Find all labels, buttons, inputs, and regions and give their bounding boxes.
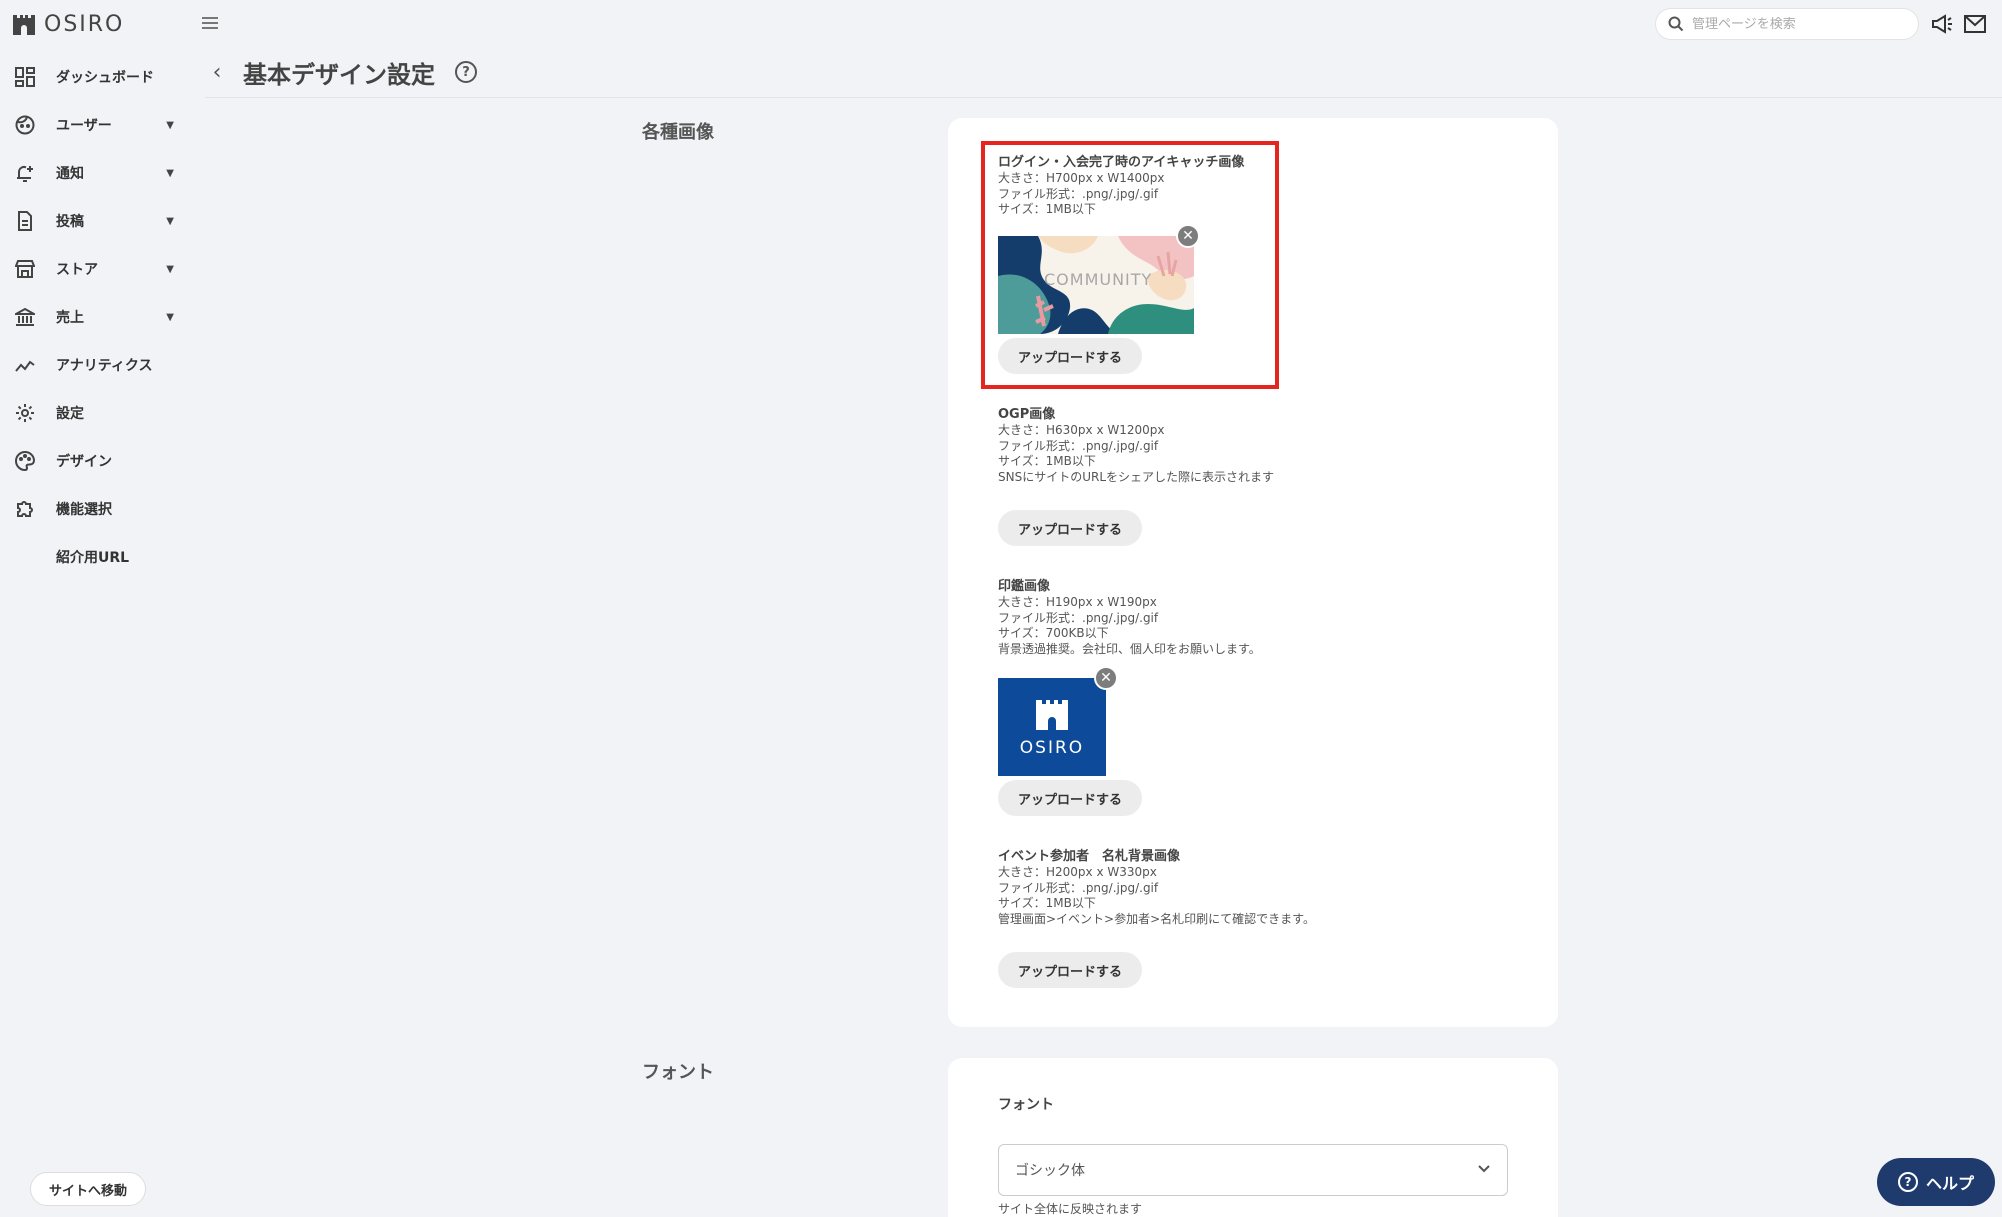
seal-image-thumbnail: OSIRO xyxy=(998,678,1106,776)
caret-down-icon: ▼ xyxy=(166,119,174,131)
sidebar-item-notifications[interactable]: 通知 ▼ xyxy=(14,158,174,188)
logo[interactable]: OSIRO xyxy=(12,11,125,37)
font-field-label: フォント xyxy=(998,1097,1054,1113)
font-hint: サイト全体に反映されます xyxy=(998,1202,1143,1216)
dashboard-icon xyxy=(14,66,36,88)
sidebar-item-store[interactable]: ストア ▼ xyxy=(14,254,174,284)
caret-down-icon: ▼ xyxy=(166,167,174,179)
help-button-label: ヘルプ xyxy=(1925,1174,1974,1193)
font-select[interactable]: ゴシック体 xyxy=(998,1144,1508,1196)
sidebar-item-dashboard[interactable]: ダッシュボード xyxy=(14,62,174,92)
image-title: 印鑑画像 xyxy=(998,579,1051,594)
sidebar-item-label: デザイン xyxy=(56,454,112,470)
chevron-down-icon xyxy=(1478,1165,1490,1173)
bell-plus-icon xyxy=(14,162,36,184)
help-button[interactable]: ? ヘルプ xyxy=(1877,1158,1995,1206)
remove-image-icon[interactable]: ✕ xyxy=(1094,666,1118,690)
seal-image-info: 印鑑画像 大きさ：H190px x W190px ファイル形式：.png/.jp… xyxy=(998,578,1261,657)
font-section-label: フォント xyxy=(642,1062,714,1083)
search-box[interactable] xyxy=(1655,8,1919,40)
sidebar-item-label: ユーザー xyxy=(56,118,112,134)
sidebar-item-sales[interactable]: 売上 ▼ xyxy=(14,302,174,332)
help-question-icon[interactable]: ? xyxy=(455,61,477,83)
castle-logo-icon xyxy=(13,15,35,35)
sidebar-item-users[interactable]: ユーザー ▼ xyxy=(14,110,174,140)
font-select-value: ゴシック体 xyxy=(1015,1163,1085,1179)
sidebar-item-design[interactable]: デザイン xyxy=(14,446,174,476)
puzzle-icon xyxy=(14,498,36,520)
search-input[interactable] xyxy=(1692,16,1892,32)
font-card: フォント ゴシック体 サイト全体に反映されます xyxy=(948,1058,1558,1217)
image-desc-line: ファイル形式：.png/.jpg/.gif xyxy=(998,880,1159,895)
sidebar: OSIRO ダッシュボード ユーザー ▼ 通知 ▼ 投稿 ▼ ストア ▼ 売上 … xyxy=(0,0,190,1217)
upload-seal-image-button[interactable]: アップロードする xyxy=(998,780,1142,816)
mail-icon[interactable] xyxy=(1962,12,1988,36)
help-question-icon: ? xyxy=(1897,1172,1918,1192)
sidebar-item-label: 売上 xyxy=(56,310,84,326)
header-divider xyxy=(205,97,2002,98)
document-icon xyxy=(14,210,36,232)
sidebar-item-label: 設定 xyxy=(56,406,84,422)
image-desc-line: ファイル形式：.png/.jpg/.gif xyxy=(998,438,1159,453)
caret-down-icon: ▼ xyxy=(166,311,174,323)
logo-text: OSIRO xyxy=(44,11,125,37)
sidebar-item-referral-url[interactable]: 紹介用URL xyxy=(14,542,174,572)
castle-logo-icon xyxy=(1036,700,1068,730)
sidebar-item-features[interactable]: 機能選択 xyxy=(14,494,174,524)
upload-badge-image-button[interactable]: アップロードする xyxy=(998,952,1142,988)
page-header: ‹ 基本デザイン設定 ? xyxy=(205,52,477,92)
store-icon xyxy=(14,258,36,280)
analytics-icon xyxy=(14,354,36,376)
image-desc-line: 大きさ：H200px x W330px xyxy=(998,865,1157,879)
menu-toggle-icon[interactable] xyxy=(202,14,222,32)
sidebar-item-settings[interactable]: 設定 xyxy=(14,398,174,428)
image-desc-line: サイズ：700KB以下 xyxy=(998,626,1109,640)
go-to-site-button[interactable]: サイトへ移動 xyxy=(30,1172,146,1206)
image-desc-line: 管理画面>イベント>参加者>名札印刷にて確認できます。 xyxy=(998,911,1315,926)
image-title: OGP画像 xyxy=(998,407,1056,422)
gear-icon xyxy=(14,402,36,424)
sidebar-item-label: 紹介用URL xyxy=(56,550,130,566)
image-desc-line: 大きさ：H630px x W1200px xyxy=(998,423,1165,437)
image-desc-line: ファイル形式：.png/.jpg/.gif xyxy=(998,610,1159,625)
sidebar-item-label: 投稿 xyxy=(56,214,84,230)
page-title: 基本デザイン設定 xyxy=(243,60,435,89)
image-title: イベント参加者 名札背景画像 xyxy=(998,849,1181,864)
sidebar-item-label: 通知 xyxy=(56,166,84,182)
highlight-box xyxy=(981,141,1279,389)
image-desc-line: サイズ：1MB以下 xyxy=(998,454,1096,468)
image-desc-line: 大きさ：H190px x W190px xyxy=(998,595,1157,609)
sidebar-item-label: ストア xyxy=(56,262,98,278)
image-desc-line: SNSにサイトのURLをシェアした際に表示されます xyxy=(998,469,1275,484)
sidebar-item-label: 機能選択 xyxy=(56,502,112,518)
back-arrow-icon[interactable]: ‹ xyxy=(205,60,229,85)
user-face-icon xyxy=(14,114,36,136)
image-desc-line: 背景透過推奨。会社印、個人印をお願いします。 xyxy=(998,641,1261,656)
upload-ogp-image-button[interactable]: アップロードする xyxy=(998,510,1142,546)
announcement-icon[interactable] xyxy=(1929,12,1955,36)
seal-logo-text: OSIRO xyxy=(1019,738,1085,758)
caret-down-icon: ▼ xyxy=(166,263,174,275)
image-desc-line: サイズ：1MB以下 xyxy=(998,896,1096,910)
caret-down-icon: ▼ xyxy=(166,215,174,227)
sidebar-item-label: アナリティクス xyxy=(56,358,153,374)
sidebar-item-analytics[interactable]: アナリティクス xyxy=(14,350,174,380)
badge-image-info: イベント参加者 名札背景画像 大きさ：H200px x W330px ファイル形… xyxy=(998,848,1315,927)
images-section-label: 各種画像 xyxy=(642,122,714,143)
search-icon xyxy=(1668,16,1684,32)
bank-icon xyxy=(14,306,36,328)
sidebar-item-posts[interactable]: 投稿 ▼ xyxy=(14,206,174,236)
palette-icon xyxy=(14,450,36,472)
sidebar-item-label: ダッシュボード xyxy=(56,70,154,86)
ogp-image-info: OGP画像 大きさ：H630px x W1200px ファイル形式：.png/.… xyxy=(998,406,1274,485)
